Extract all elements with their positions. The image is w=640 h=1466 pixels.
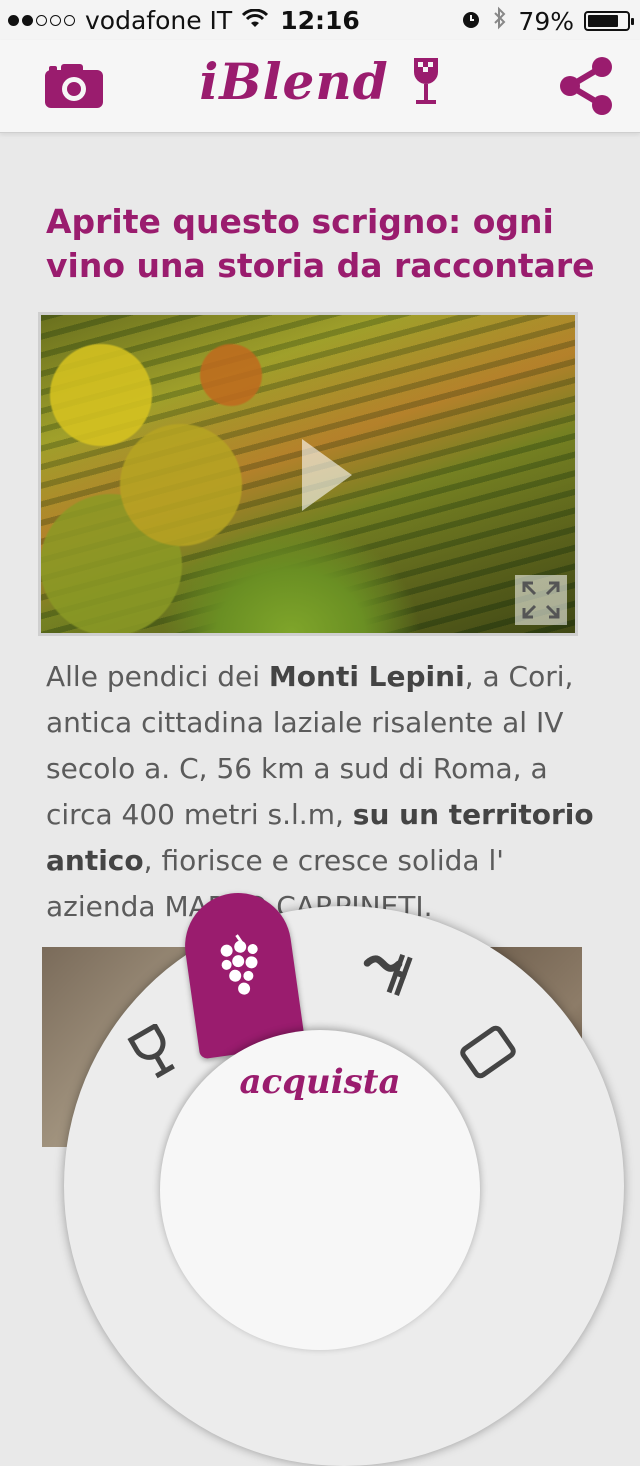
battery-level [588,15,618,27]
app-logo: iBlend [0,52,640,111]
radial-item-vineyard[interactable] [356,940,416,1000]
status-bar: vodafone IT 12:16 79% [0,0,640,40]
battery-icon [584,11,634,31]
app-logo-text: iBlend [199,52,389,111]
acquista-button[interactable]: acquista [160,1062,480,1102]
play-icon[interactable] [296,435,356,515]
article-body: Alle pendici dei Monti Lepini, a Cori, a… [46,654,606,930]
share-button[interactable] [554,54,618,118]
article-title: Aprite questo scrigno: ogni vino una sto… [46,202,595,285]
share-icon [560,57,612,115]
alarm-icon [460,7,482,36]
vineyard-icon [363,953,413,996]
status-right: 79% [460,6,634,36]
bluetooth-icon [492,6,508,36]
body-text-1: Alle pendici dei [46,660,269,693]
battery-percent: 79% [518,6,574,36]
nav-bar: iBlend [0,40,640,133]
grapes-icon [220,934,258,995]
body-bold-1: Monti Lepini [268,660,465,693]
video-player[interactable] [38,312,578,636]
fullscreen-icon[interactable] [515,575,567,625]
wine-glass-icon [413,57,438,104]
grass-path [161,523,421,633]
